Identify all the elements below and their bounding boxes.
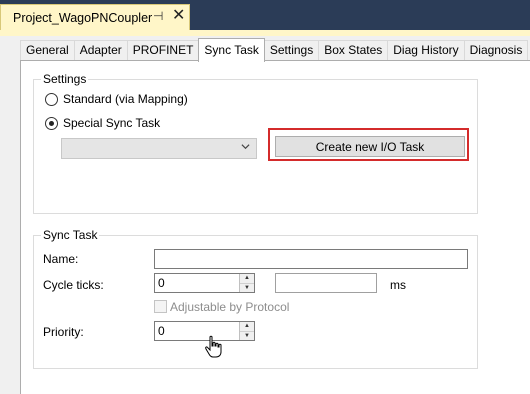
tab-profinet[interactable]: PROFINET	[126, 40, 200, 61]
cycle-time-field	[275, 273, 377, 293]
cycle-ticks-label: Cycle ticks:	[43, 278, 104, 292]
standard-radio-option[interactable]: Standard (via Mapping)	[45, 92, 188, 106]
cycle-ticks-spinner[interactable]: ▲ ▼	[239, 274, 254, 292]
spin-up-arrow-icon[interactable]: ▲	[240, 322, 254, 332]
special-sync-task-radio-option[interactable]: Special Sync Task	[45, 116, 160, 130]
spin-down-arrow-icon[interactable]: ▼	[240, 331, 254, 340]
settings-group-title: Settings	[41, 72, 89, 86]
tab-sync-task[interactable]: Sync Task	[198, 38, 265, 62]
hand-cursor-icon	[205, 335, 222, 358]
ms-label: ms	[390, 278, 406, 292]
tab-general[interactable]: General	[20, 40, 75, 61]
spin-up-arrow-icon[interactable]: ▲	[240, 274, 254, 284]
special-sync-task-radio[interactable]	[45, 116, 58, 130]
task-select[interactable]	[61, 138, 257, 159]
create-new-io-task-button[interactable]: Create new I/O Task	[275, 136, 465, 157]
priority-spinner[interactable]: ▲ ▼	[239, 322, 254, 340]
tab-settings[interactable]: Settings	[263, 40, 320, 61]
spin-down-arrow-icon[interactable]: ▼	[240, 283, 254, 292]
standard-radio[interactable]	[45, 92, 58, 106]
sync-task-panel: Settings Standard (via Mapping) Special …	[20, 60, 530, 394]
name-label: Name:	[43, 252, 79, 266]
chevron-down-icon	[241, 144, 250, 150]
tab-box-states[interactable]: Box States	[318, 40, 389, 61]
tab-adapter[interactable]: Adapter	[73, 40, 128, 61]
adjustable-by-protocol-label: Adjustable by Protocol	[170, 300, 290, 314]
close-icon[interactable]: ✕	[172, 6, 185, 26]
tab-strip: General Adapter PROFINET Sync Task Setti…	[20, 38, 529, 62]
pin-icon[interactable]: ⊣	[153, 9, 163, 23]
standard-radio-label: Standard (via Mapping)	[63, 92, 188, 106]
document-tab-title: Project_WagoPNCoupler	[13, 11, 153, 25]
special-sync-task-radio-label: Special Sync Task	[63, 116, 161, 130]
priority-label: Priority:	[43, 325, 84, 339]
tab-diag-history[interactable]: Diag History	[387, 40, 465, 61]
adjustable-by-protocol-checkbox[interactable]	[154, 300, 167, 313]
name-input[interactable]	[154, 249, 468, 269]
document-tab[interactable]: Project_WagoPNCoupler ⊣ ✕	[0, 4, 190, 31]
settings-group: Settings Standard (via Mapping) Special …	[33, 72, 478, 214]
sync-task-group: Sync Task Name: Cycle ticks: 0 ▲ ▼ ms Ad…	[33, 228, 478, 369]
sync-task-group-title: Sync Task	[41, 228, 100, 242]
tab-diagnosis[interactable]: Diagnosis	[463, 40, 529, 61]
